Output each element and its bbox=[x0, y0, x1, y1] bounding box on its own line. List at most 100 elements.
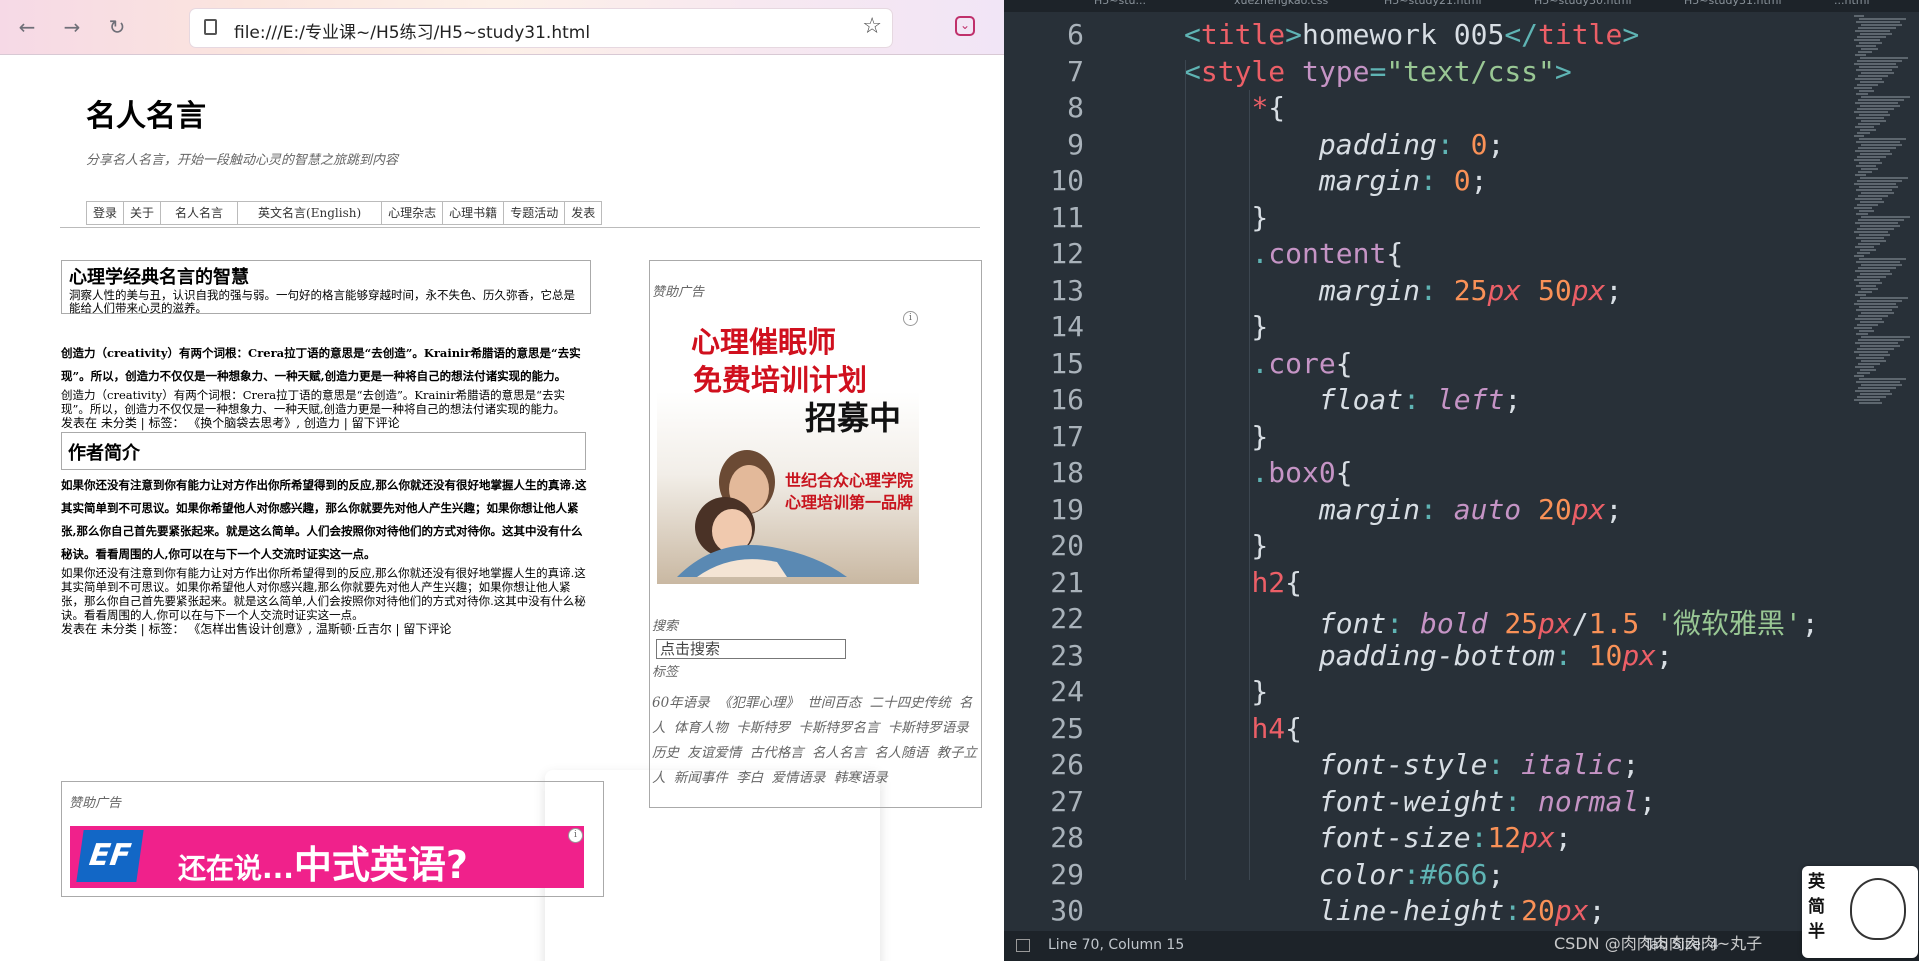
code-line[interactable]: h4{ bbox=[1184, 712, 1302, 745]
code-line[interactable]: float: left; bbox=[1184, 383, 1521, 416]
code-line[interactable]: font-size:12px; bbox=[1184, 821, 1572, 854]
ef-ad-banner[interactable]: EF 还在说...中式英语? i bbox=[70, 826, 584, 888]
tag-link[interactable]: 名人随语 bbox=[874, 745, 928, 761]
page-icon bbox=[204, 19, 217, 35]
post-1-meta[interactable]: 发表在 未分类 | 标签： 《换个脑袋去思考》, 创造力 | 留下评论 bbox=[61, 416, 591, 430]
code-line[interactable]: *{ bbox=[1184, 91, 1285, 124]
forward-icon[interactable]: → bbox=[59, 14, 85, 40]
tag-link[interactable]: 友谊爱情 bbox=[687, 745, 741, 761]
tag-link[interactable]: 韩寒语录 bbox=[834, 770, 888, 786]
tag-link[interactable]: 世间百态 bbox=[807, 695, 861, 711]
code-line[interactable]: <style type="text/css"> bbox=[1184, 55, 1572, 88]
tag-link[interactable]: 历史 bbox=[652, 745, 679, 761]
code-token: : bbox=[1470, 821, 1488, 854]
reload-icon[interactable]: ↻ bbox=[104, 14, 130, 40]
address-bar[interactable]: file:///E:/专业课~/H5练习/H5~study31.html ☆ bbox=[190, 9, 892, 47]
code-line[interactable]: } bbox=[1184, 201, 1268, 234]
nav-item[interactable]: 发表 bbox=[565, 201, 603, 225]
code-line[interactable]: } bbox=[1184, 420, 1268, 453]
ef-logo: EF bbox=[76, 830, 144, 882]
nav-item[interactable]: 心理书籍 bbox=[443, 201, 505, 225]
code-line[interactable]: padding: 0; bbox=[1184, 128, 1504, 161]
code-line[interactable]: } bbox=[1184, 529, 1268, 562]
code-token: : bbox=[1420, 492, 1454, 526]
code-line[interactable]: .box0{ bbox=[1184, 456, 1353, 489]
minimap-line bbox=[1859, 306, 1898, 308]
info-icon[interactable]: i bbox=[903, 311, 918, 326]
code-line[interactable]: font: bold 25px/1.5 '微软雅黑'; bbox=[1184, 602, 1819, 642]
nav-item[interactable]: 关于 bbox=[124, 201, 162, 225]
tag-link[interactable]: 二十四史传统 bbox=[870, 695, 951, 711]
minimap-line bbox=[1855, 366, 1874, 368]
editor-tab[interactable]: H5~stu... bbox=[1094, 0, 1146, 12]
code-token: { bbox=[1335, 456, 1353, 489]
minimap-line bbox=[1861, 216, 1910, 218]
tag-link[interactable]: 卡斯特罗名言 bbox=[798, 720, 879, 736]
editor-tab[interactable]: H5~study31.html bbox=[1684, 0, 1782, 12]
code-token: : bbox=[1386, 607, 1421, 640]
code-line[interactable]: padding-bottom: 10px; bbox=[1184, 639, 1673, 672]
nav-item[interactable]: 名人名言 bbox=[161, 201, 239, 225]
info-icon[interactable]: i bbox=[568, 828, 583, 843]
code-token: : bbox=[1403, 857, 1421, 891]
post-2-meta[interactable]: 发表在 未分类 | 标签： 《怎样出售设计创意》, 温斯顿·丘吉尔 | 留下评论 bbox=[61, 622, 591, 636]
editor-tab[interactable]: xuezhengkao.css bbox=[1234, 0, 1328, 12]
tag-link[interactable]: 新闻事件 bbox=[674, 770, 728, 786]
post-2-bold: 如果你还没有注意到你有能力让对方作出你所希望得到的反应,那么你就还没有很好地掌握… bbox=[61, 478, 587, 561]
nav-item[interactable]: 心理杂志 bbox=[382, 201, 444, 225]
editor-tab[interactable]: H5~study30.html bbox=[1534, 0, 1632, 12]
tag-link[interactable]: 卡斯特罗语录 bbox=[888, 720, 969, 736]
minimap-line bbox=[1861, 336, 1910, 338]
star-icon[interactable]: ☆ bbox=[862, 14, 882, 39]
code-line[interactable]: margin: 0; bbox=[1184, 164, 1488, 197]
tag-link[interactable]: 爱情语录 bbox=[771, 770, 825, 786]
back-icon[interactable]: ← bbox=[14, 14, 40, 40]
minimap-line bbox=[1860, 57, 1908, 59]
tag-link[interactable]: 古代格言 bbox=[750, 745, 804, 761]
code-line[interactable]: line-height:20px; bbox=[1184, 894, 1606, 927]
nav-item[interactable]: 登录 bbox=[87, 201, 125, 225]
code-line[interactable]: font-style: italic; bbox=[1184, 748, 1639, 781]
code-line[interactable]: <title>homework 005</title> bbox=[1184, 18, 1639, 51]
tag-link[interactable]: 体育人物 bbox=[674, 720, 728, 736]
minimap[interactable] bbox=[1854, 14, 1910, 534]
url-text[interactable]: file:///E:/专业课~/H5练习/H5~study31.html bbox=[234, 18, 590, 43]
tag-link[interactable]: 《犯罪心理》 bbox=[718, 695, 799, 711]
editor-tab[interactable]: H5~study21.html bbox=[1384, 0, 1482, 12]
code-token: px bbox=[1622, 638, 1657, 672]
code-line[interactable]: color:#666; bbox=[1184, 858, 1504, 891]
code-token: ; bbox=[1554, 821, 1572, 854]
minimap-line bbox=[1856, 165, 1876, 167]
line-number: 13 bbox=[1050, 273, 1084, 307]
tag-link[interactable]: 李白 bbox=[736, 770, 763, 786]
code-token: 25 bbox=[1453, 273, 1488, 307]
code-token: padding bbox=[1318, 127, 1437, 161]
code-token: h2 bbox=[1251, 565, 1286, 599]
editor-tab[interactable]: ...html bbox=[1834, 0, 1870, 12]
panel-toggle-icon[interactable] bbox=[1016, 939, 1030, 952]
minimap-line bbox=[1855, 318, 1882, 320]
code-line[interactable]: .content{ bbox=[1184, 237, 1403, 270]
code-line[interactable]: h2{ bbox=[1184, 566, 1302, 599]
code-line[interactable]: } bbox=[1184, 310, 1268, 343]
tag-link[interactable]: 名人名言 bbox=[812, 745, 866, 761]
code-token: : bbox=[1403, 383, 1437, 416]
code-line[interactable]: font-weight: normal; bbox=[1184, 785, 1656, 818]
code-token: left bbox=[1436, 383, 1505, 416]
minimap-line bbox=[1854, 399, 1880, 401]
sidebar-ad-label: 赞助广告 bbox=[652, 285, 705, 300]
search-input[interactable] bbox=[656, 639, 846, 659]
code-token: line-height bbox=[1318, 894, 1505, 927]
nav-item[interactable]: 专题活动 bbox=[504, 201, 566, 225]
minimap-line bbox=[1854, 303, 1896, 305]
pocket-icon[interactable]: ⌄ bbox=[955, 16, 975, 36]
tag-link[interactable]: 卡斯特罗 bbox=[736, 720, 790, 736]
psychology-ad[interactable]: 心理催眠师 免费培训计划 招募中 世纪合众心理学院 心理培训第一品牌 i bbox=[657, 309, 919, 584]
code-line[interactable]: .core{ bbox=[1184, 347, 1352, 380]
code-line[interactable]: } bbox=[1184, 675, 1268, 708]
tag-link[interactable]: 60年语录 bbox=[652, 695, 710, 711]
nav-item[interactable]: 英文名言(English) bbox=[238, 201, 383, 225]
ime-widget[interactable]: 英简半 bbox=[1802, 866, 1918, 958]
code-token: : bbox=[1504, 894, 1522, 927]
